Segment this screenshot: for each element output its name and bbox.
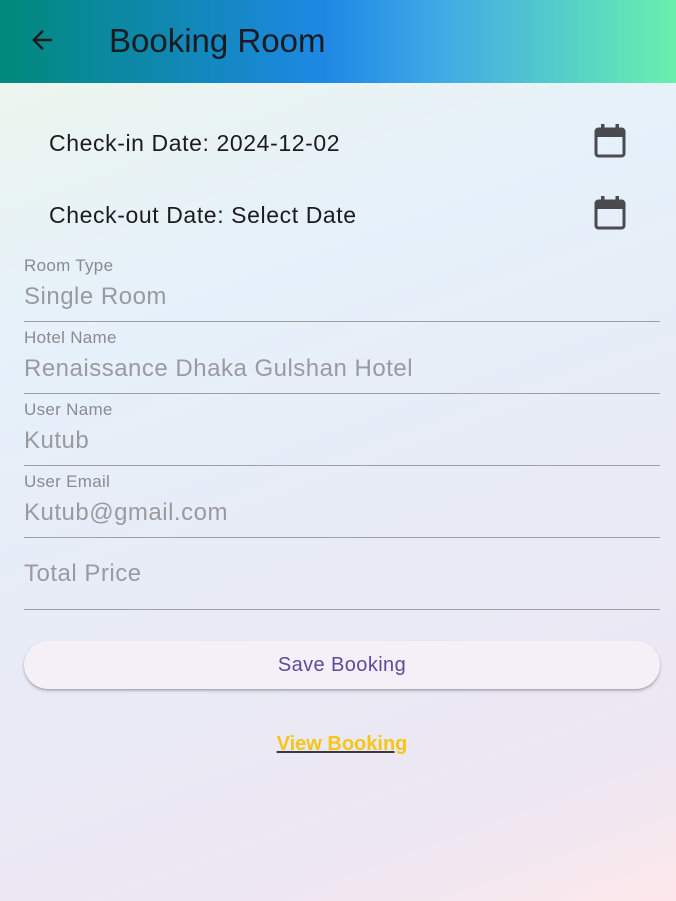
user-email-value: Kutub@gmail.com: [24, 499, 228, 526]
hotel-name-value: Renaissance Dhaka Gulshan Hotel: [24, 355, 414, 382]
total-price-field[interactable]: Total Price: [24, 543, 660, 611]
total-price-underline: [24, 609, 660, 610]
user-email-field[interactable]: User Email Kutub@gmail.com: [24, 471, 660, 539]
room-type-value: Single Room: [24, 283, 167, 310]
back-button[interactable]: [20, 20, 64, 64]
arrow-back-icon: [27, 25, 57, 60]
hotel-name-underline: [24, 393, 660, 394]
check-in-label: Check-in Date: 2024-12-02: [49, 130, 341, 156]
user-email-label: User Email: [24, 472, 111, 491]
hotel-name-label: Hotel Name: [24, 328, 117, 347]
room-type-field[interactable]: Room Type Single Room: [24, 255, 660, 323]
user-email-underline: [24, 537, 660, 538]
calendar-icon: [593, 123, 627, 164]
room-type-label: Room Type: [24, 256, 114, 275]
hotel-name-field[interactable]: Hotel Name Renaissance Dhaka Gulshan Hot…: [24, 327, 660, 395]
view-booking-link[interactable]: View Booking: [0, 730, 676, 758]
check-out-calendar-button[interactable]: [588, 193, 632, 237]
room-type-underline: [24, 321, 660, 322]
user-name-field[interactable]: User Name Kutub: [24, 399, 660, 467]
user-name-label: User Name: [24, 400, 113, 419]
calendar-icon: [593, 195, 627, 236]
save-booking-button[interactable]: Save Booking: [24, 641, 660, 689]
booking-room-screen: Booking Room Check-in Date: 2024-12-02 C…: [0, 0, 676, 901]
page-title: Booking Room: [109, 22, 326, 59]
check-in-calendar-button[interactable]: [588, 121, 632, 165]
check-out-label: Check-out Date: Select Date: [49, 202, 357, 228]
user-name-underline: [24, 465, 660, 466]
app-bar: Booking Room: [0, 0, 676, 83]
user-name-value: Kutub: [24, 427, 90, 454]
check-out-row[interactable]: Check-out Date: Select Date: [24, 183, 660, 247]
total-price-placeholder: Total Price: [24, 560, 142, 587]
check-in-row[interactable]: Check-in Date: 2024-12-02: [24, 111, 660, 175]
